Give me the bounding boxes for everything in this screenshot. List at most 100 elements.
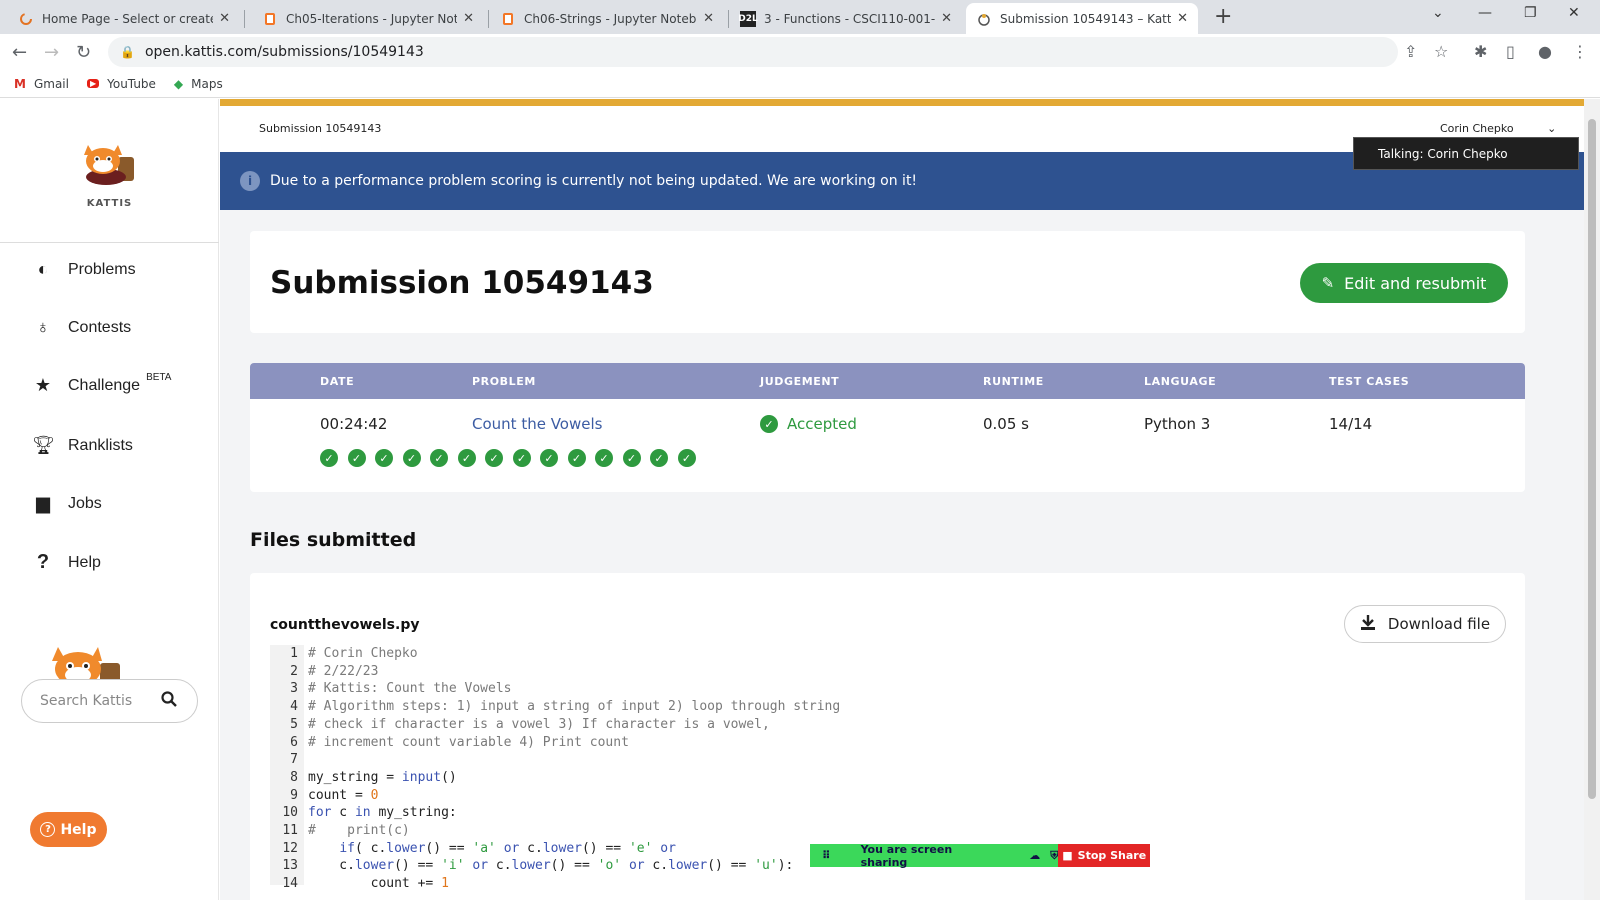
help-button-label: Help: [60, 821, 97, 838]
new-tab-button[interactable]: +: [1214, 4, 1232, 29]
bookmarks-bar: M Gmail ▶ YouTube ◆ Maps: [0, 70, 1600, 98]
line-number: 8: [290, 769, 298, 785]
code-lines: # Corin Chepko # 2/22/23 # Kattis: Count t…: [308, 645, 840, 893]
test-case-results: ✓ ✓ ✓ ✓ ✓ ✓ ✓ ✓ ✓ ✓ ✓ ✓ ✓ ✓: [320, 449, 705, 467]
side-panel-icon[interactable]: ▯: [1506, 42, 1515, 61]
sidebar-item-challenge[interactable]: ★ Challenge BETA: [32, 372, 172, 396]
line-number: 7: [290, 752, 298, 768]
beta-badge: BETA: [146, 372, 172, 383]
bookmark-gmail[interactable]: M Gmail: [14, 77, 69, 91]
breadcrumb[interactable]: Submission 10549143: [259, 122, 381, 135]
code-line: # Kattis: Count the Vowels: [308, 681, 512, 697]
window-close-icon[interactable]: ✕: [1568, 5, 1580, 21]
judgement-label: Accepted: [787, 415, 857, 433]
page-scrollbar[interactable]: [1584, 99, 1600, 900]
edit-icon: ✎: [1321, 274, 1335, 292]
minimize-icon[interactable]: —: [1478, 5, 1492, 21]
user-menu[interactable]: Corin Chepko ⌄: [1440, 122, 1556, 135]
download-file-button[interactable]: Download file: [1344, 605, 1506, 643]
code-line: # Corin Chepko: [308, 646, 418, 661]
problem-link[interactable]: Count the Vowels: [472, 415, 602, 433]
reload-icon[interactable]: ↻: [76, 42, 91, 63]
close-icon[interactable]: ✕: [941, 11, 952, 26]
jupyter-icon: [500, 11, 516, 27]
url-omnibox[interactable]: 🔒 open.kattis.com/submissions/10549143: [108, 37, 1398, 67]
test-case-pass-icon[interactable]: ✓: [457, 449, 476, 467]
line-number: 14: [282, 876, 298, 892]
judgement-status: ✓ Accepted: [760, 415, 857, 433]
line-number: 1: [290, 646, 298, 661]
test-case-pass-icon[interactable]: ✓: [540, 449, 558, 467]
test-case-pass-icon[interactable]: ✓: [512, 449, 531, 467]
profile-avatar-icon[interactable]: ●: [1538, 42, 1552, 61]
test-case-pass-icon[interactable]: ✓: [430, 449, 448, 467]
sidebar-item-jobs[interactable]: ▆ Jobs: [32, 493, 102, 514]
language-value: Python 3: [1144, 415, 1211, 433]
info-icon: i: [240, 171, 260, 191]
kattis-logo-mascot[interactable]: [78, 139, 142, 185]
test-case-pass-icon[interactable]: ✓: [402, 449, 421, 467]
code-line: if( c.lower() == 'a' or c.lower() == 'e'…: [339, 840, 676, 856]
code-line: c.lower() == 'i' or c.lower() == 'o' or …: [308, 858, 794, 874]
close-icon[interactable]: ✕: [219, 11, 230, 26]
check-circle-icon: ✓: [760, 415, 778, 433]
bookmark-star-icon[interactable]: ☆: [1434, 42, 1448, 61]
browser-tab[interactable]: Ch05-Iterations - Jupyter Notebo ✕: [252, 3, 484, 34]
close-icon[interactable]: ✕: [463, 11, 474, 26]
menu-kebab-icon[interactable]: ⋮: [1572, 42, 1588, 61]
sidebar-item-help[interactable]: ? Help: [32, 551, 101, 574]
back-arrow-icon[interactable]: ←: [12, 42, 27, 63]
edit-resubmit-button[interactable]: ✎ Edit and resubmit: [1300, 263, 1508, 303]
sidebar-item-contests[interactable]: ♁ Contests: [32, 317, 131, 338]
maps-icon: ◆: [173, 76, 184, 91]
screen-share-bar: ⠿ You are screen sharing ☁ ⛨ ■ Stop Shar…: [810, 843, 1150, 869]
test-case-pass-icon[interactable]: ✓: [375, 449, 393, 467]
browser-tab-active[interactable]: Submission 10549143 – Kattis, K ✕: [966, 3, 1198, 34]
tab-title: Submission 10549143 – Kattis, K: [1000, 11, 1172, 26]
bookmark-maps[interactable]: ◆ Maps: [174, 77, 223, 91]
browser-tab[interactable]: Ch06-Strings - Jupyter Notebook ✕: [490, 3, 724, 34]
tab-divider: [728, 10, 729, 28]
test-case-pass-icon[interactable]: ✓: [622, 449, 641, 467]
extensions-puzzle-icon[interactable]: ✱: [1474, 42, 1487, 61]
code-line: for c in my_string:: [308, 805, 457, 821]
code-line: my_string = input(): [308, 769, 457, 785]
search-input[interactable]: Search Kattis: [21, 679, 198, 723]
close-icon[interactable]: ✕: [1177, 11, 1188, 26]
accent-stripe: [220, 99, 1584, 106]
sidebar-item-label: Ranklists: [68, 436, 133, 454]
test-case-pass-icon[interactable]: ✓: [347, 449, 366, 467]
youtube-icon: ▶: [86, 79, 100, 88]
browser-tab[interactable]: Home Page - Select or create a n ✕: [8, 3, 240, 34]
test-case-pass-icon[interactable]: ✓: [567, 449, 586, 467]
test-case-pass-icon[interactable]: ✓: [485, 449, 503, 467]
close-icon[interactable]: ✕: [703, 11, 714, 26]
share-icon[interactable]: ⇪: [1404, 42, 1417, 61]
stop-share-button[interactable]: ■ Stop Share: [1058, 844, 1150, 867]
restore-icon[interactable]: ❐: [1524, 5, 1537, 21]
test-case-pass-icon[interactable]: ✓: [677, 449, 696, 467]
test-case-pass-icon[interactable]: ✓: [595, 449, 613, 467]
search-icon[interactable]: [161, 691, 177, 711]
d2l-icon: D2L: [738, 10, 758, 27]
scrollbar-thumb[interactable]: [1588, 119, 1596, 799]
drag-handle-icon[interactable]: ⠿: [822, 849, 831, 862]
url-text: open.kattis.com/submissions/10549143: [144, 44, 424, 60]
help-button[interactable]: ? Help: [30, 812, 107, 847]
kattis-icon: [976, 11, 992, 27]
line-number: 3: [290, 681, 298, 697]
sidebar-item-ranklists[interactable]: 🏆︎ Ranklists: [32, 435, 133, 456]
test-cases-value: 14/14: [1329, 415, 1373, 433]
column-header: PROBLEM: [472, 375, 536, 388]
column-header: TEST CASES: [1329, 375, 1410, 388]
test-case-pass-icon[interactable]: ✓: [650, 449, 668, 467]
bookmark-youtube[interactable]: ▶ YouTube: [86, 77, 156, 91]
user-name: Corin Chepko: [1440, 122, 1514, 135]
sidebar-item-problems[interactable]: ◐ Problems: [32, 259, 136, 280]
test-case-pass-icon[interactable]: ✓: [320, 449, 338, 467]
tab-divider: [488, 10, 489, 28]
forward-arrow-icon[interactable]: →: [44, 42, 59, 63]
browser-tab[interactable]: D2L 3 - Functions - CSCI110-001-408 ✕: [730, 3, 962, 34]
tab-search-chevron-icon[interactable]: ⌄: [1432, 5, 1444, 21]
